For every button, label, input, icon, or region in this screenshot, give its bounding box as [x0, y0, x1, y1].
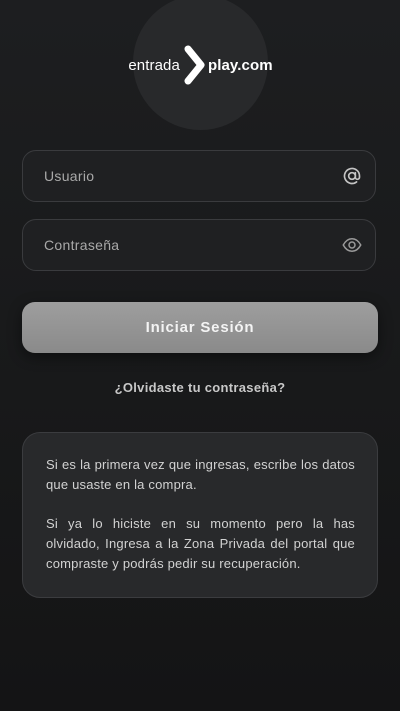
username-field[interactable]: [22, 150, 376, 202]
at-icon: [343, 167, 361, 185]
username-input[interactable]: [44, 168, 342, 184]
chevron-right-icon: [184, 45, 205, 85]
logo: entrada play.com: [128, 45, 273, 85]
info-paragraph-recovery: Si ya lo hiciste en su momento pero la h…: [46, 516, 355, 571]
logo-text-play: play.com: [207, 56, 273, 74]
logo-badge: entrada play.com: [128, 0, 273, 130]
forgot-password-link[interactable]: ¿Olvidaste tu contraseña?: [0, 380, 400, 395]
logo-text-entrada: entrada: [128, 56, 180, 74]
info-paragraph-first-time: Si es la primera vez que ingresas, escri…: [46, 457, 355, 492]
login-button[interactable]: Iniciar Sesión: [22, 302, 378, 353]
password-input[interactable]: [44, 237, 342, 253]
password-field[interactable]: [22, 219, 376, 271]
eye-icon[interactable]: [342, 235, 362, 255]
info-box: Si es la primera vez que ingresas, escri…: [22, 432, 378, 598]
